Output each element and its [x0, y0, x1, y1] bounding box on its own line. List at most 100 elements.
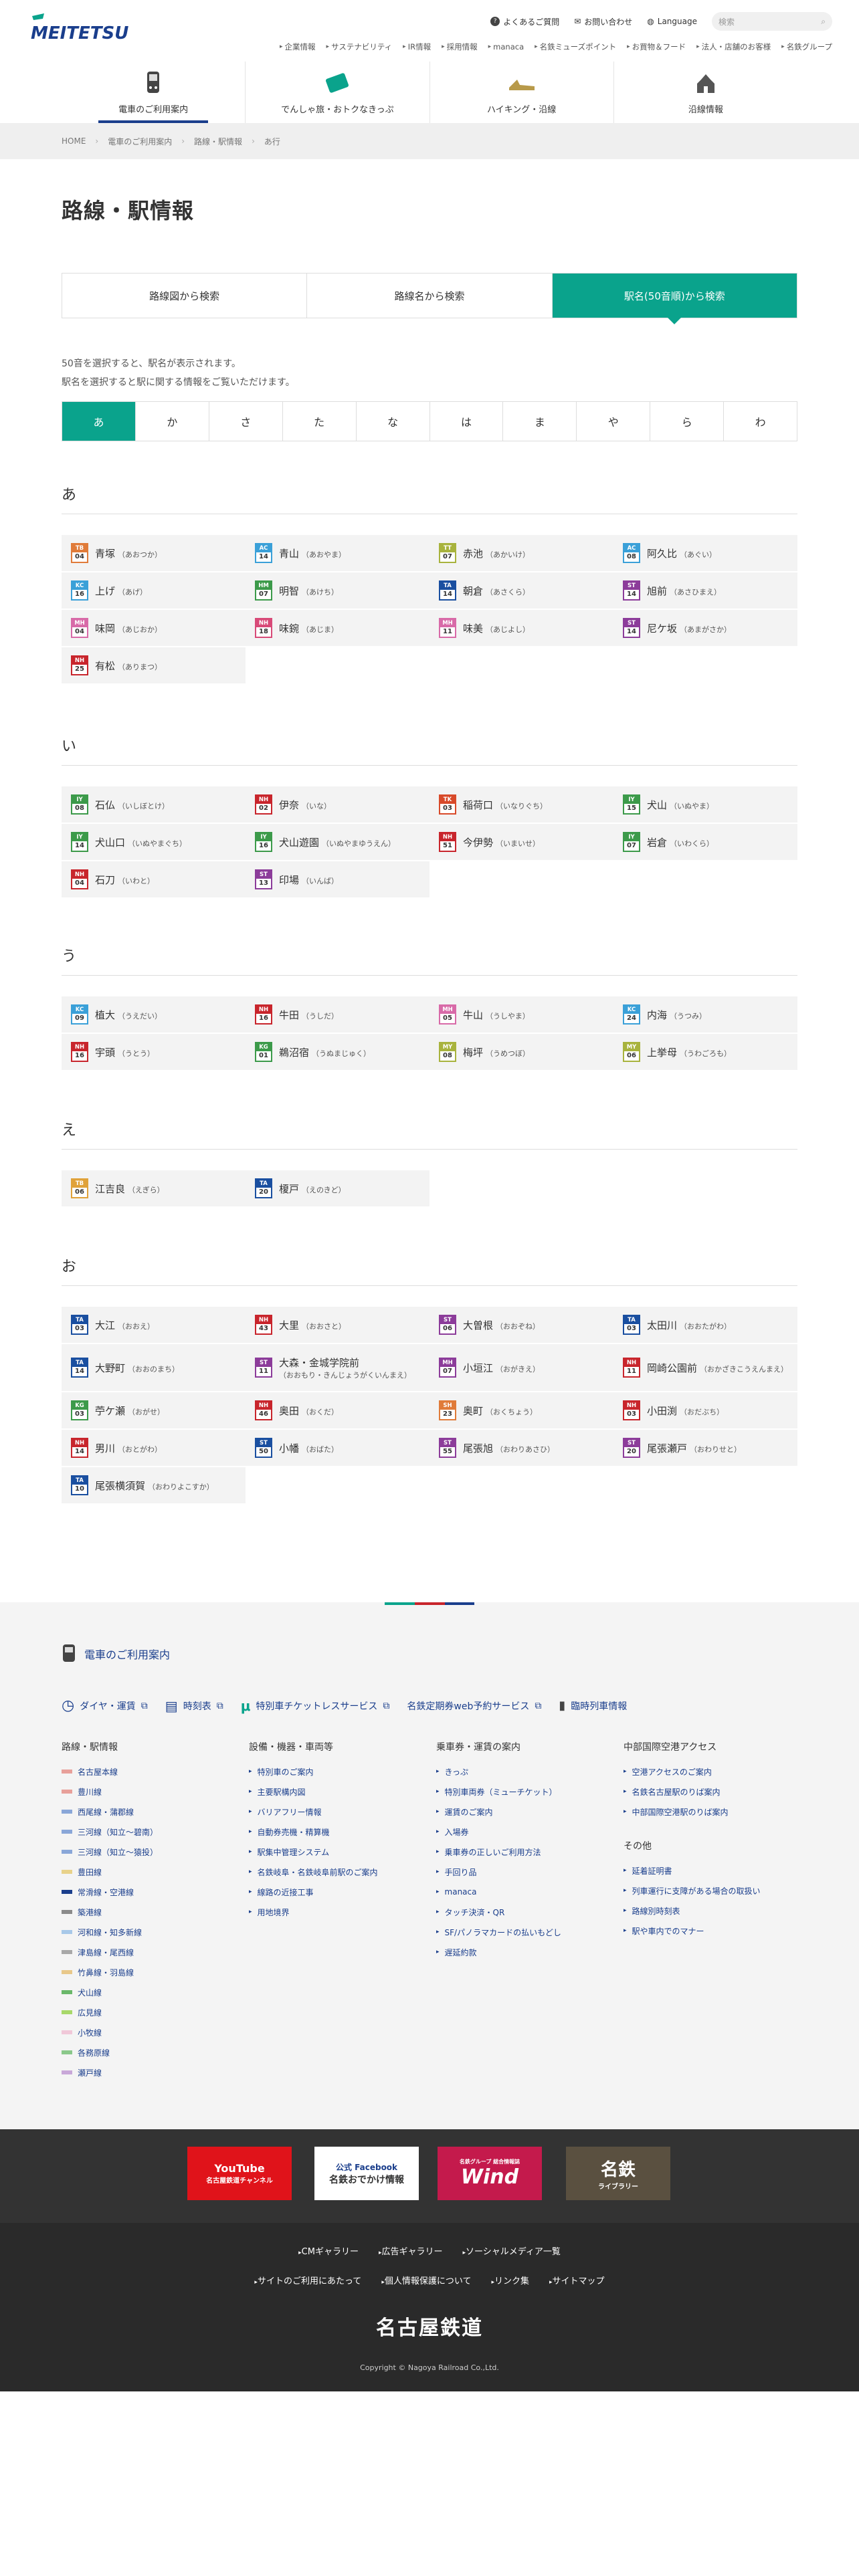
footer-brand-logo[interactable]: 名古屋鉄道 [0, 2311, 859, 2341]
footer-line-link[interactable]: 津島線・尾西線 [62, 1942, 158, 1962]
search-icon[interactable]: ⌕ [821, 17, 826, 27]
station-item[interactable]: TA 10 尾張横須賀 （おわりよこすか） [62, 1467, 246, 1503]
station-item[interactable]: KG 03 苧ケ瀬 （おがせ） [62, 1392, 246, 1428]
footer-link[interactable]: 駅や車内でのマナー [624, 1921, 761, 1941]
footer-link[interactable]: 乗車券の正しいご利用方法 [436, 1842, 561, 1862]
station-item[interactable]: IY 14 犬山口 （いぬやまぐち） [62, 824, 246, 860]
station-item[interactable]: IY 07 岩倉 （いわくら） [613, 824, 797, 860]
station-item[interactable]: TT 07 赤池 （あかいけ） [430, 535, 613, 571]
faq-link[interactable]: ? よくあるご質問 [490, 16, 559, 27]
station-item[interactable]: TA 14 朝倉 （あさくら） [430, 572, 613, 609]
sitemap-link[interactable]: サイトマップ [549, 2274, 605, 2286]
social-media-link[interactable]: ソーシャルメディア一覧 [463, 2244, 561, 2257]
footer-link[interactable]: 延着証明書 [624, 1860, 761, 1881]
tab-map-search[interactable]: 路線図から検索 [62, 274, 307, 318]
footer-category[interactable]: 電車のご利用案内 [62, 1644, 170, 1664]
footer-line-link[interactable]: 各務原線 [62, 2042, 158, 2062]
breadcrumb-home[interactable]: HOME [62, 136, 86, 146]
sublink[interactable]: IR情報 [403, 41, 431, 52]
footer-line-link[interactable]: 豊川線 [62, 1782, 158, 1802]
station-item[interactable]: ST 14 旭前 （あさひまえ） [613, 572, 797, 609]
sublink[interactable]: 企業情報 [280, 41, 316, 52]
station-item[interactable]: KC 09 植大 （うえだい） [62, 996, 246, 1033]
footer-link[interactable]: タッチ決済・QR [436, 1902, 561, 1922]
footer-link[interactable]: 名鉄名古屋駅のりば案内 [624, 1782, 761, 1802]
footer-link[interactable]: きっぷ [436, 1761, 561, 1782]
station-item[interactable]: MH 05 牛山 （うしやま） [430, 996, 613, 1033]
footer-line-link[interactable]: 三河線（知立〜猿投） [62, 1842, 158, 1862]
breadcrumb-item[interactable]: 電車のご利用案内 [108, 136, 172, 147]
station-item[interactable]: NH 18 味鋺 （あじま） [246, 610, 430, 646]
station-item[interactable]: NH 02 伊奈 （いな） [246, 786, 430, 823]
kana-sa[interactable]: さ [208, 402, 282, 441]
footer-line-link[interactable]: 名古屋本線 [62, 1761, 158, 1782]
station-item[interactable]: TA 14 大野町 （おおのまち） [62, 1344, 246, 1391]
station-item[interactable]: NH 46 奥田 （おくだ） [246, 1392, 430, 1428]
language-link[interactable]: ◍ Language [647, 17, 697, 26]
footer-line-link[interactable]: 三河線（知立〜碧南） [62, 1822, 158, 1842]
footer-link[interactable]: 主要駅構内図 [249, 1782, 378, 1802]
station-item[interactable]: IY 16 犬山遊園 （いぬやまゆうえん） [246, 824, 430, 860]
footer-line-link[interactable]: 河和線・知多新線 [62, 1922, 158, 1942]
station-item[interactable]: TB 04 青塚 （あおつか） [62, 535, 246, 571]
station-item[interactable]: KC 16 上げ （あげ） [62, 572, 246, 609]
station-item[interactable]: MY 06 上挙母 （うわごろも） [613, 1034, 797, 1070]
footer-link[interactable]: 特別車のご案内 [249, 1761, 378, 1782]
station-item[interactable]: ST 14 尼ケ坂 （あまがさか） [613, 610, 797, 646]
station-item[interactable]: NH 16 宇頭 （うとう） [62, 1034, 246, 1070]
sublink[interactable]: 法人・店舗のお客様 [696, 41, 771, 52]
station-item[interactable]: NH 43 大里 （おおさと） [246, 1307, 430, 1343]
footer-line-link[interactable]: 豊田線 [62, 1862, 158, 1882]
station-item[interactable]: MH 04 味岡 （あじおか） [62, 610, 246, 646]
station-item[interactable]: NH 25 有松 （ありまつ） [62, 647, 246, 683]
facebook-banner[interactable]: 公式 Facebook 名鉄おでかけ情報 [314, 2147, 419, 2200]
footer-link[interactable]: 自動券売機・精算機 [249, 1822, 378, 1842]
footer-link[interactable]: 運賃のご案内 [436, 1802, 561, 1822]
footer-link[interactable]: 用地境界 [249, 1902, 378, 1922]
privacy-link[interactable]: 個人情報保護について [381, 2274, 472, 2286]
station-item[interactable]: ST 11 大森・金城学院前 （おおもり・きんじょうがくいんまえ） [246, 1344, 430, 1391]
footer-link[interactable]: 入場券 [436, 1822, 561, 1842]
footer-link[interactable]: 駅集中管理システム [249, 1842, 378, 1862]
sublink[interactable]: 名鉄ミューズポイント [535, 41, 616, 52]
sublink[interactable]: サステナビリティ [326, 41, 392, 52]
footer-link[interactable]: 特別車両券（ミューチケット） [436, 1782, 561, 1802]
gnav-hiking[interactable]: ハイキング・沿線 [429, 62, 613, 123]
tab-line-search[interactable]: 路線名から検索 [306, 274, 552, 318]
sublink[interactable]: manaca [488, 41, 524, 52]
station-item[interactable]: MH 11 味美 （あじよし） [430, 610, 613, 646]
footer-link-timetable[interactable]: ▤ 時刻表 ⧉ [165, 1697, 223, 1714]
footer-link[interactable]: 中部国際空港駅のりば案内 [624, 1802, 761, 1822]
station-item[interactable]: IY 15 犬山 （いぬやま） [613, 786, 797, 823]
links-link[interactable]: リンク集 [491, 2274, 529, 2286]
station-item[interactable]: TA 03 大江 （おおえ） [62, 1307, 246, 1343]
site-terms-link[interactable]: サイトのご利用にあたって [254, 2274, 361, 2286]
station-item[interactable]: TK 03 稲荷口 （いなりぐち） [430, 786, 613, 823]
ad-gallery-link[interactable]: 広告ギャラリー [379, 2244, 442, 2257]
footer-link[interactable]: 線路の近接工事 [249, 1882, 378, 1902]
search-input[interactable]: 検索 ⌕ [712, 12, 832, 31]
station-item[interactable]: ST 06 大曽根 （おおぞね） [430, 1307, 613, 1343]
station-item[interactable]: NH 14 男川 （おとがわ） [62, 1430, 246, 1466]
footer-link[interactable]: 列車運行に支障がある場合の取扱い [624, 1881, 761, 1901]
station-item[interactable]: KG 01 鵜沼宿 （うぬまじゅく） [246, 1034, 430, 1070]
station-item[interactable]: NH 03 小田渕 （おだぶち） [613, 1392, 797, 1428]
kana-wa[interactable]: わ [723, 402, 797, 441]
station-item[interactable]: SH 23 奥町 （おくちょう） [430, 1392, 613, 1428]
tab-kana-search[interactable]: 駅名(50音順)から検索 [551, 274, 797, 324]
footer-link-special-train[interactable]: ▮ 臨時列車情報 [559, 1697, 627, 1714]
kana-ka[interactable]: か [134, 402, 209, 441]
station-item[interactable]: TA 20 榎戸 （えのきど） [246, 1170, 430, 1206]
station-item[interactable]: KC 24 内海 （うつみ） [613, 996, 797, 1033]
footer-line-link[interactable]: 瀬戸線 [62, 2062, 158, 2082]
footer-link[interactable]: manaca [436, 1882, 561, 1902]
kana-ma[interactable]: ま [502, 402, 576, 441]
footer-line-link[interactable]: 西尾線・蒲郡線 [62, 1802, 158, 1822]
station-item[interactable]: IY 08 石仏 （いしぼとけ） [62, 786, 246, 823]
footer-link[interactable]: バリアフリー情報 [249, 1802, 378, 1822]
gnav-area[interactable]: 沿線情報 [613, 62, 797, 123]
footer-link[interactable]: 手回り品 [436, 1862, 561, 1882]
footer-link-fare[interactable]: ◷ ダイヤ・運賃 ⧉ [62, 1697, 148, 1714]
footer-link-pass[interactable]: 名鉄定期券web予約サービス ⧉ [407, 1697, 541, 1714]
kana-ra[interactable]: ら [650, 402, 723, 441]
